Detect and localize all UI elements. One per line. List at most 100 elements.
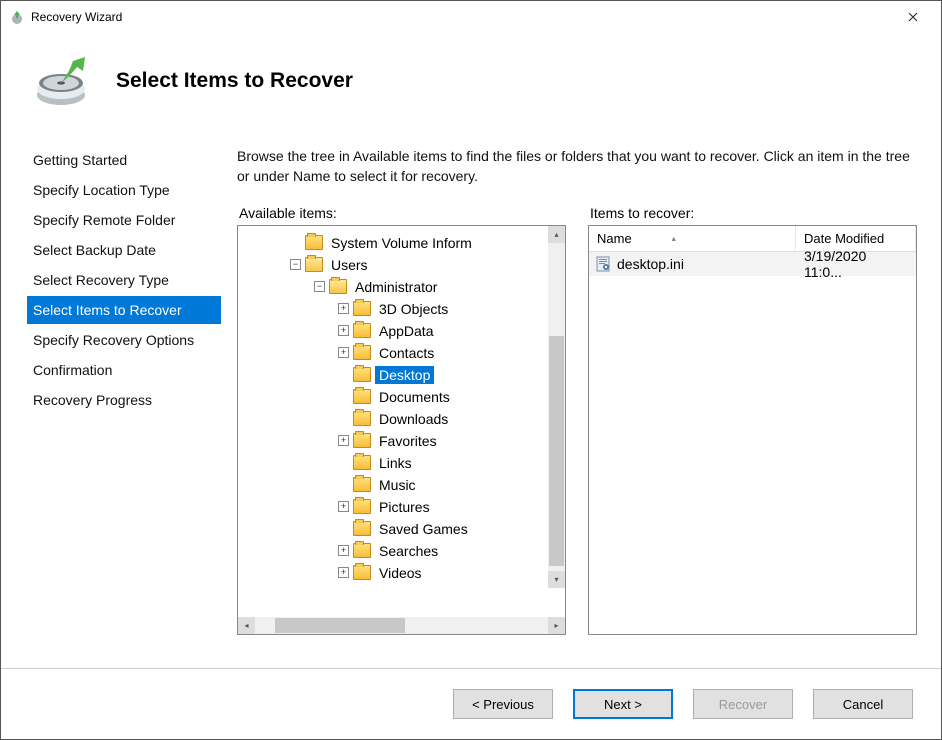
folder-icon [353,389,371,404]
next-button[interactable]: Next > [573,689,673,719]
tree-node-label[interactable]: Downloads [375,410,452,428]
window-title: Recovery Wizard [31,10,893,24]
expand-icon[interactable]: + [338,545,349,556]
scroll-right-icon[interactable]: ▸ [548,617,565,634]
tree-node-label[interactable]: Music [375,476,420,494]
tree-node-label[interactable]: Contacts [375,344,438,362]
tree-node-label[interactable]: Users [327,256,372,274]
tree-horizontal-scrollbar[interactable]: ◂ ▸ [238,617,565,634]
tree-node[interactable]: + Contacts [238,342,565,364]
tree-node-label[interactable]: Searches [375,542,442,560]
folder-icon [353,455,371,470]
folder-icon [353,499,371,514]
sidebar-item-confirmation[interactable]: Confirmation [27,356,221,384]
tree-node-label[interactable]: Saved Games [375,520,472,538]
tree-node[interactable]: Links [238,452,565,474]
folder-icon [353,565,371,580]
page-title: Select Items to Recover [116,69,353,93]
tree-node[interactable]: + Searches [238,540,565,562]
folder-icon [353,323,371,338]
tree-node[interactable]: Music [238,474,565,496]
tree-node-label[interactable]: Desktop [375,366,434,384]
sidebar-item-getting-started[interactable]: Getting Started [27,146,221,174]
sort-indicator-icon: ▴ [672,234,676,243]
cancel-button[interactable]: Cancel [813,689,913,719]
tree-node[interactable]: + AppData [238,320,565,342]
folder-icon [353,367,371,382]
tree-node[interactable]: − Administrator [238,276,565,298]
tree-node[interactable]: + Pictures [238,496,565,518]
tree-node[interactable]: + Favorites [238,430,565,452]
expand-icon[interactable]: + [338,501,349,512]
tree-spacer [338,457,349,468]
folder-icon [353,301,371,316]
tree-spacer [290,237,301,248]
expand-icon[interactable]: + [338,435,349,446]
sidebar-item-backup-date[interactable]: Select Backup Date [27,236,221,264]
hscroll-thumb[interactable] [275,618,405,633]
previous-button[interactable]: < Previous [453,689,553,719]
sidebar-item-recovery-type[interactable]: Select Recovery Type [27,266,221,294]
tree-node-label[interactable]: Videos [375,564,426,582]
tree-spacer [338,369,349,380]
tree-spacer [338,413,349,424]
tree-node-label[interactable]: 3D Objects [375,300,452,318]
folder-open-icon [305,257,323,272]
tree-node[interactable]: + Videos [238,562,565,584]
expand-icon[interactable]: + [338,567,349,578]
tree-node-label[interactable]: AppData [375,322,437,340]
expand-icon[interactable]: + [338,347,349,358]
scroll-up-icon[interactable]: ▴ [548,226,565,243]
tree-vertical-scrollbar[interactable]: ▴ ▾ [548,226,565,588]
available-items-label: Available items: [237,205,566,221]
sidebar-item-recovery-progress[interactable]: Recovery Progress [27,386,221,414]
scroll-left-icon[interactable]: ◂ [238,617,255,634]
expand-icon[interactable]: + [338,303,349,314]
tree-node[interactable]: Saved Games [238,518,565,540]
available-items-tree[interactable]: System Volume Inform−Users−Administrator… [237,225,566,635]
file-icon [595,256,611,272]
app-icon [9,9,25,25]
tree-spacer [338,391,349,402]
tree-node-label[interactable]: Favorites [375,432,441,450]
tree-node-label[interactable]: Administrator [351,278,441,296]
tree-node[interactable]: Desktop [238,364,565,386]
folder-icon [353,433,371,448]
tree-node[interactable]: − Users [238,254,565,276]
folder-icon [353,543,371,558]
folder-icon [353,521,371,536]
tree-spacer [338,523,349,534]
folder-icon [353,477,371,492]
wizard-steps-sidebar: Getting Started Specify Location Type Sp… [1,128,221,668]
folder-icon [353,345,371,360]
tree-node[interactable]: +3D Objects [238,298,565,320]
collapse-icon[interactable]: − [290,259,301,270]
sidebar-item-recovery-options[interactable]: Specify Recovery Options [27,326,221,354]
tree-node-label[interactable]: Links [375,454,416,472]
collapse-icon[interactable]: − [314,281,325,292]
expand-icon[interactable]: + [338,325,349,336]
tree-node[interactable]: System Volume Inform [238,232,565,254]
list-item[interactable]: desktop.ini 3/19/2020 11:0... [589,252,916,276]
file-name: desktop.ini [617,256,796,272]
tree-node-label[interactable]: Pictures [375,498,434,516]
close-button[interactable] [893,3,933,31]
scroll-thumb[interactable] [549,336,564,566]
items-to-recover-list[interactable]: Name▴ Date Modified desktop.ini 3/19/202… [588,225,917,635]
tree-node-label[interactable]: System Volume Inform [327,234,476,252]
column-name[interactable]: Name▴ [589,226,796,251]
folder-icon [353,411,371,426]
tree-spacer [338,479,349,490]
scroll-down-icon[interactable]: ▾ [548,571,565,588]
items-to-recover-label: Items to recover: [588,205,917,221]
sidebar-item-select-items[interactable]: Select Items to Recover [27,296,221,324]
tree-node-label[interactable]: Documents [375,388,454,406]
tree-node[interactable]: Downloads [238,408,565,430]
folder-open-icon [329,279,347,294]
tree-node[interactable]: Documents [238,386,565,408]
sidebar-item-location-type[interactable]: Specify Location Type [27,176,221,204]
recover-button: Recover [693,689,793,719]
sidebar-item-remote-folder[interactable]: Specify Remote Folder [27,206,221,234]
title-bar: Recovery Wizard [1,1,941,33]
recovery-icon [31,53,91,108]
